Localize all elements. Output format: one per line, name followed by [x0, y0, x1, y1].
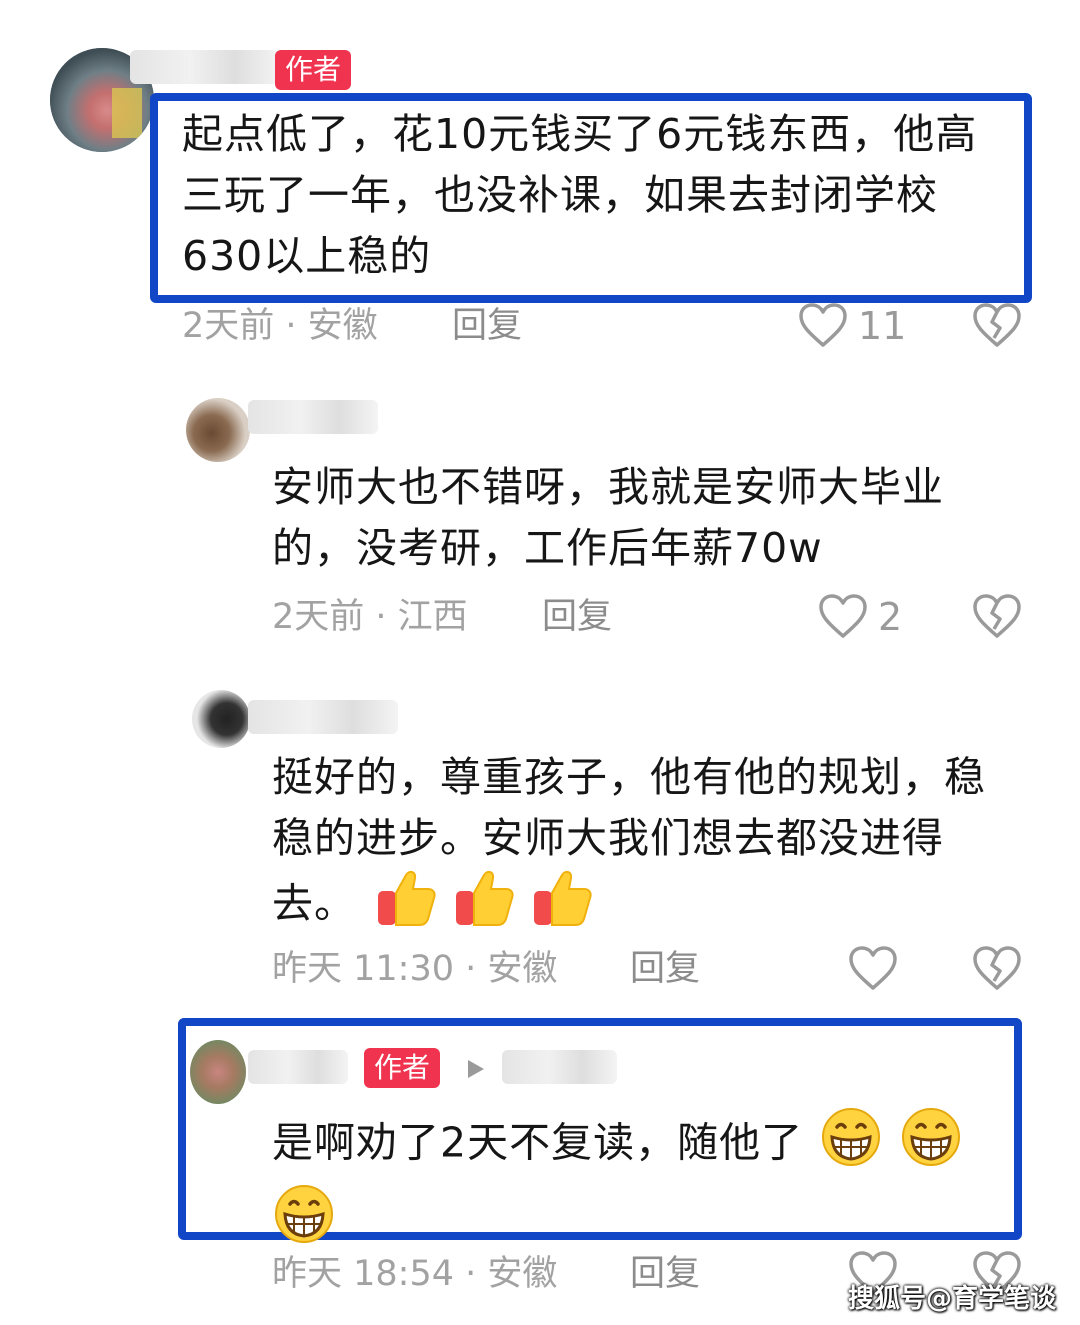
grinning-face-icon	[272, 1184, 336, 1261]
comment-meta: 昨天 18:54 · 安徽	[272, 1254, 558, 1294]
play-icon	[466, 1058, 486, 1080]
reply-button[interactable]: 回复	[630, 947, 700, 991]
thumbs-up-icon	[376, 869, 436, 944]
thumbs-up-icon	[532, 869, 592, 944]
like-icon[interactable]	[848, 945, 898, 991]
comment-text: 是啊劝了2天不复读，随他了	[272, 1107, 1012, 1261]
reply-to-username[interactable]	[502, 1050, 617, 1084]
grinning-face-icon	[819, 1107, 883, 1184]
comment-meta: 2天前 · 安徽	[182, 306, 378, 346]
reply-button[interactable]: 回复	[452, 304, 522, 348]
comment-meta: 2天前 · 江西	[272, 597, 468, 637]
like-count: 2	[878, 595, 903, 639]
comment-text: 安师大也不错呀，我就是安师大毕业的，没考研，工作后年薪70w	[272, 463, 944, 572]
thumbs-up-icon	[454, 869, 514, 944]
like-count: 11	[858, 304, 907, 348]
username[interactable]	[248, 1050, 348, 1084]
dislike-icon[interactable]	[972, 593, 1022, 639]
username[interactable]	[248, 700, 398, 734]
reply-button[interactable]: 回复	[542, 595, 612, 639]
avatar[interactable]	[190, 1040, 246, 1104]
dislike-icon[interactable]	[972, 945, 1022, 991]
comment-text: 挺好的，尊重孩子，他有他的规划，稳稳的进步。安师大我们想去都没进得去。	[272, 747, 1022, 944]
avatar[interactable]	[186, 398, 250, 462]
like-icon[interactable]	[818, 593, 868, 639]
comment-meta: 昨天 11:30 · 安徽	[272, 949, 558, 989]
comment-text: 起点低了，花10元钱买了6元钱东西，他高三玩了一年，也没补课，如果去封闭学校63…	[182, 110, 978, 280]
author-badge: 作者	[364, 1048, 441, 1088]
comment-text-body: 是啊劝了2天不复读，随他了	[272, 1118, 804, 1167]
reply-button[interactable]: 回复	[630, 1252, 700, 1296]
username[interactable]	[248, 400, 378, 434]
grinning-face-icon	[899, 1107, 963, 1184]
avatar[interactable]	[192, 690, 250, 748]
dislike-icon[interactable]	[972, 302, 1022, 348]
username[interactable]	[130, 50, 280, 84]
author-badge: 作者	[275, 50, 352, 90]
like-icon[interactable]	[798, 302, 848, 348]
watermark: 搜狐号@育学笔谈	[847, 1284, 1056, 1314]
